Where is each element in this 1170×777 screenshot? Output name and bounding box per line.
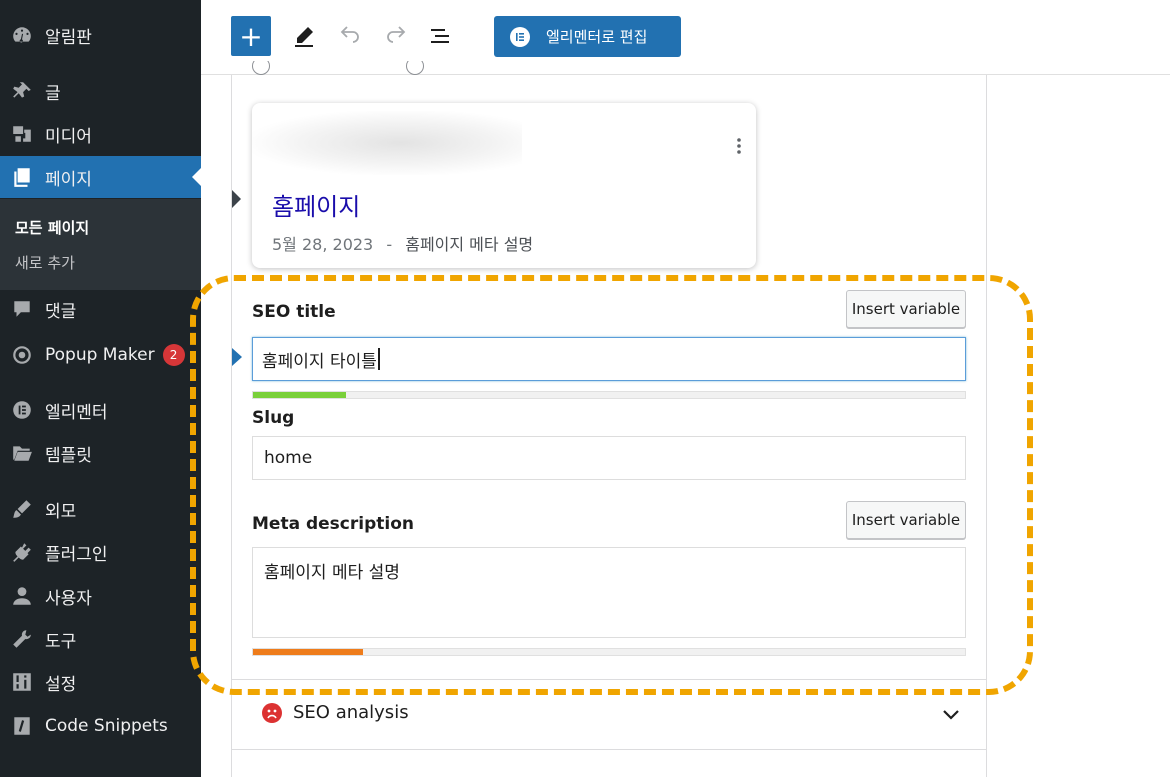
sidebar-item-label: 플러그인: [45, 544, 108, 565]
active-field-pointer-icon: [232, 348, 242, 366]
document-outline-icon[interactable]: [425, 16, 455, 56]
edit-with-elementor-button[interactable]: 엘리멘터로 편집: [494, 16, 681, 57]
pages-icon: [11, 166, 33, 188]
user-icon: [11, 585, 33, 607]
dashboard-icon: [11, 24, 33, 46]
slug-input[interactable]: home: [252, 436, 966, 480]
desktop-radio[interactable]: [406, 61, 424, 75]
sidebar-item-label: Code Snippets: [45, 716, 168, 736]
sidebar-item-popup-maker[interactable]: Popup Maker 2: [0, 338, 201, 372]
sidebar-item-comments[interactable]: 댓글: [0, 292, 201, 326]
elementor-icon: [11, 399, 33, 421]
sidebar-item-label: 엘리멘터: [45, 402, 108, 423]
pages-submenu: 모든 페이지 새로 추가: [0, 199, 201, 290]
seo-title-insert-variable-button[interactable]: Insert variable: [846, 290, 966, 328]
meta-description-value: 홈페이지 메타 설명: [264, 563, 400, 583]
seo-title-progress-fill: [253, 392, 346, 398]
section-divider: [232, 749, 987, 750]
preview-description: 홈페이지 메타 설명: [405, 235, 534, 254]
sidebar-item-code-snippets[interactable]: Code Snippets: [0, 709, 201, 743]
code-icon: [11, 715, 33, 737]
brush-icon: [11, 498, 33, 520]
seo-title-label: SEO title: [252, 302, 336, 322]
wrench-icon: [11, 628, 33, 650]
redo-icon[interactable]: [381, 16, 411, 56]
sidebar-item-label: 설정: [45, 674, 77, 695]
admin-sidebar: 알림판 글 미디어 페이지 모든 페이지 새로 추가 댓글 Popup Make…: [0, 0, 201, 777]
chevron-down-icon[interactable]: [942, 706, 960, 725]
sidebar-item-plugins[interactable]: 플러그인: [0, 535, 201, 569]
preview-date: 5월 28, 2023: [272, 235, 374, 254]
preview-pointer-icon: [232, 190, 241, 208]
plugin-icon: [11, 541, 33, 563]
sidebar-item-label: 미디어: [45, 126, 92, 147]
sidebar-item-label: 글: [45, 83, 61, 104]
submenu-all-pages[interactable]: 모든 페이지: [15, 217, 89, 238]
sidebar-item-label: 외모: [45, 501, 77, 522]
add-block-button[interactable]: +: [231, 16, 271, 56]
sidebar-item-appearance[interactable]: 외모: [0, 492, 201, 526]
sidebar-item-settings[interactable]: 설정: [0, 665, 201, 699]
mobile-radio[interactable]: [252, 61, 270, 75]
settings-icon: [11, 671, 33, 693]
sidebar-item-tools[interactable]: 도구: [0, 622, 201, 656]
seo-analysis-label: SEO analysis: [293, 702, 409, 723]
media-icon: [11, 123, 33, 145]
sidebar-item-label: Popup Maker: [45, 345, 155, 365]
preview-separator: -: [386, 235, 393, 254]
seo-analysis-toggle[interactable]: SEO analysis: [262, 702, 409, 723]
slug-label: Slug: [252, 408, 295, 428]
preview-description-line: 5월 28, 2023 - 홈페이지 메타 설명: [272, 231, 533, 255]
sidebar-item-users[interactable]: 사용자: [0, 579, 201, 613]
sidebar-item-label: 알림판: [45, 27, 92, 48]
sidebar-item-label: 사용자: [45, 588, 92, 609]
sidebar-item-label: 페이지: [45, 169, 92, 190]
sidebar-item-dashboard[interactable]: 알림판: [0, 18, 201, 52]
pin-icon: [11, 80, 33, 102]
seo-title-value: 홈페이지 타이틀: [262, 351, 377, 372]
meta-description-progress-fill: [253, 649, 364, 655]
edit-pencil-icon[interactable]: [289, 16, 319, 56]
slug-value: home: [264, 448, 313, 468]
sidebar-item-media[interactable]: 미디어: [0, 117, 201, 151]
text-caret: [377, 348, 380, 370]
sidebar-item-elementor[interactable]: 엘리멘터: [0, 393, 201, 427]
sidebar-item-label: 댓글: [45, 301, 77, 322]
popup-count-badge: 2: [162, 344, 185, 366]
meta-description-label: Meta description: [252, 514, 414, 534]
sidebar-item-label: 도구: [45, 631, 77, 652]
sad-face-icon: [262, 702, 282, 723]
folder-icon: [11, 442, 33, 464]
submenu-add-new[interactable]: 새로 추가: [15, 252, 75, 273]
seo-title-input[interactable]: 홈페이지 타이틀: [252, 337, 966, 381]
popup-maker-icon: [11, 344, 33, 366]
meta-insert-variable-button[interactable]: Insert variable: [846, 501, 966, 539]
sidebar-item-posts[interactable]: 글: [0, 74, 201, 108]
elementor-icon: [510, 26, 530, 47]
comments-icon: [11, 298, 33, 320]
elementor-button-label: 엘리멘터로 편집: [546, 28, 648, 46]
sidebar-item-label: 템플릿: [45, 445, 92, 466]
preview-title[interactable]: 홈페이지: [272, 187, 360, 222]
more-vertical-icon: [736, 137, 742, 155]
seo-title-progress-bar: [252, 391, 966, 399]
sidebar-item-templates[interactable]: 템플릿: [0, 436, 201, 470]
meta-description-progress-bar: [252, 648, 966, 656]
preview-mode-radios: [252, 61, 652, 79]
sidebar-item-pages[interactable]: 페이지: [0, 156, 201, 198]
undo-icon[interactable]: [335, 16, 365, 56]
google-preview-card: 홈페이지 5월 28, 2023 - 홈페이지 메타 설명: [252, 103, 756, 268]
meta-description-textarea[interactable]: 홈페이지 메타 설명: [252, 547, 966, 638]
blurred-site-url: [252, 111, 522, 175]
section-divider: [232, 679, 987, 680]
